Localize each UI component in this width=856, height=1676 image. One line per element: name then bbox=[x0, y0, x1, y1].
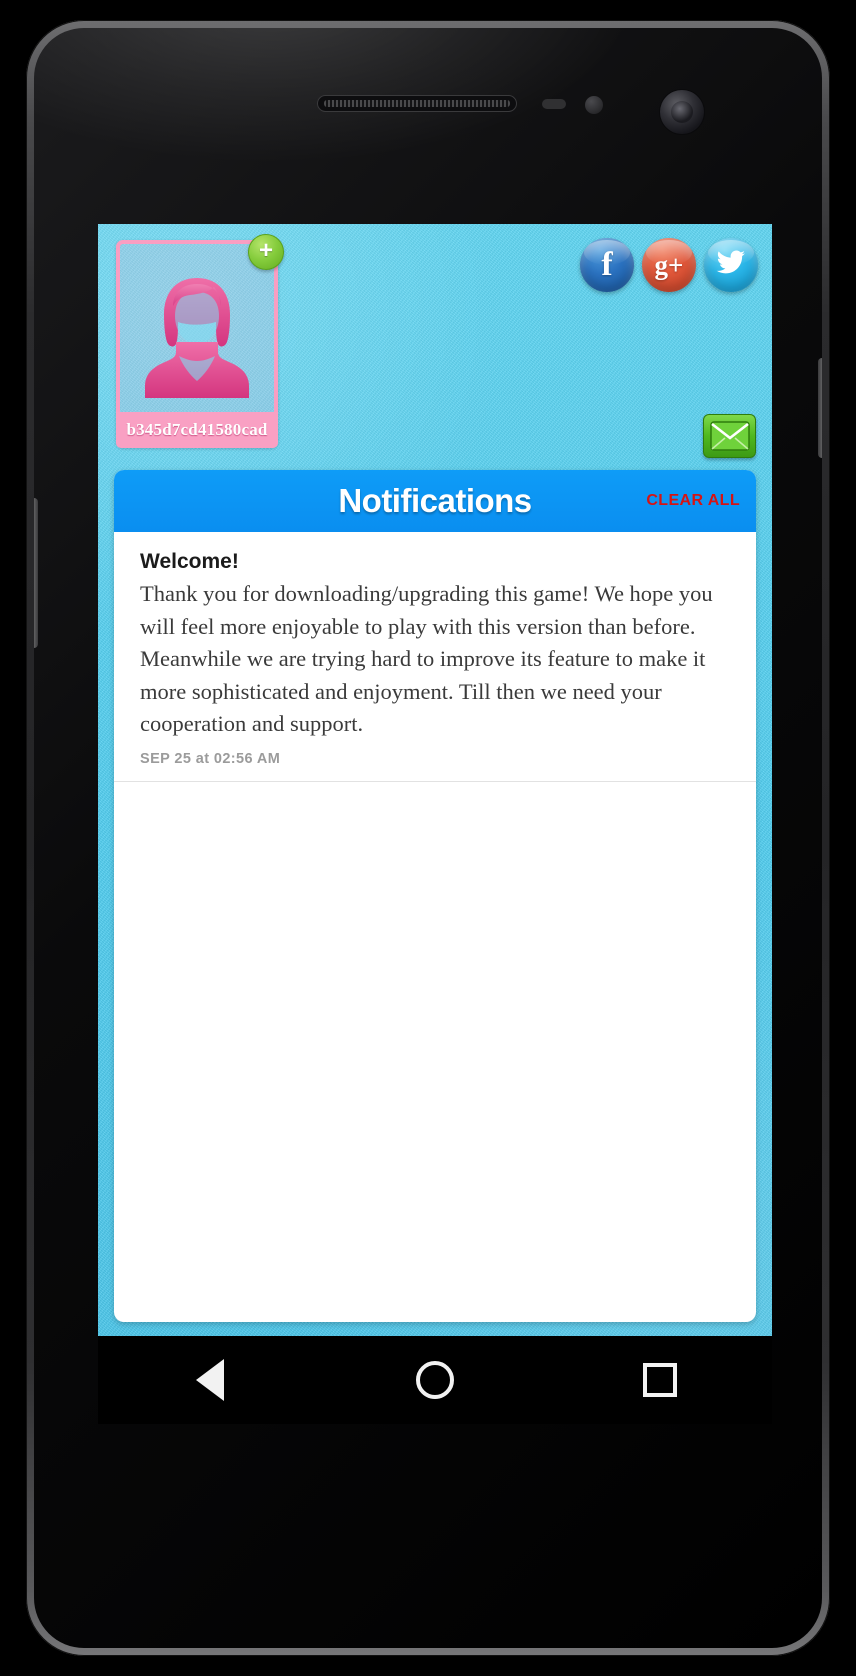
profile-username: b345d7cd41580cad bbox=[116, 412, 278, 448]
light-sensor-icon bbox=[585, 96, 603, 114]
android-navigation-bar bbox=[98, 1336, 772, 1424]
nav-back-button[interactable] bbox=[175, 1350, 245, 1410]
mail-button[interactable] bbox=[703, 414, 756, 458]
avatar bbox=[133, 270, 261, 398]
phone-bezel: + b345d7cd41580cad f g+ Notifications CL… bbox=[34, 28, 822, 1648]
recents-square-icon bbox=[642, 1363, 677, 1397]
facebook-icon: f bbox=[601, 246, 613, 283]
power-button[interactable] bbox=[818, 358, 822, 458]
envelope-icon bbox=[709, 421, 750, 451]
phone-screen: + b345d7cd41580cad f g+ Notifications CL… bbox=[98, 224, 772, 1336]
page-title: Notifications bbox=[338, 482, 532, 519]
add-profile-button[interactable]: + bbox=[248, 234, 284, 270]
social-buttons: f g+ bbox=[580, 238, 758, 292]
nav-recents-button[interactable] bbox=[625, 1350, 695, 1410]
volume-button[interactable] bbox=[34, 498, 38, 648]
front-camera-icon bbox=[660, 90, 704, 134]
facebook-button[interactable]: f bbox=[580, 238, 634, 292]
profile-card[interactable]: + b345d7cd41580cad bbox=[116, 234, 284, 448]
twitter-icon bbox=[716, 250, 746, 281]
notification-body: Thank you for downloading/upgrading this… bbox=[140, 581, 713, 736]
notifications-panel: Notifications CLEAR ALL Welcome! Thank y… bbox=[114, 470, 756, 1322]
google-plus-icon: g+ bbox=[654, 249, 684, 280]
notifications-list: Welcome! Thank you for downloading/upgra… bbox=[114, 532, 756, 1322]
back-triangle-icon bbox=[196, 1359, 225, 1401]
proximity-sensor-icon bbox=[542, 99, 566, 109]
twitter-button[interactable] bbox=[704, 238, 758, 292]
notification-title: Welcome! bbox=[140, 550, 239, 573]
google-plus-button[interactable]: g+ bbox=[642, 238, 696, 292]
nav-home-button[interactable] bbox=[400, 1350, 470, 1410]
phone-device: + b345d7cd41580cad f g+ Notifications CL… bbox=[26, 20, 830, 1656]
list-item[interactable]: Welcome! Thank you for downloading/upgra… bbox=[114, 532, 756, 782]
notification-timestamp: SEP 25 at 02:56 AM bbox=[140, 750, 281, 767]
earpiece-speaker bbox=[317, 95, 517, 112]
home-circle-icon bbox=[415, 1361, 454, 1399]
speaker-grill-icon bbox=[324, 100, 510, 107]
notifications-header: Notifications CLEAR ALL bbox=[114, 470, 756, 532]
clear-all-button[interactable]: CLEAR ALL bbox=[646, 492, 740, 510]
